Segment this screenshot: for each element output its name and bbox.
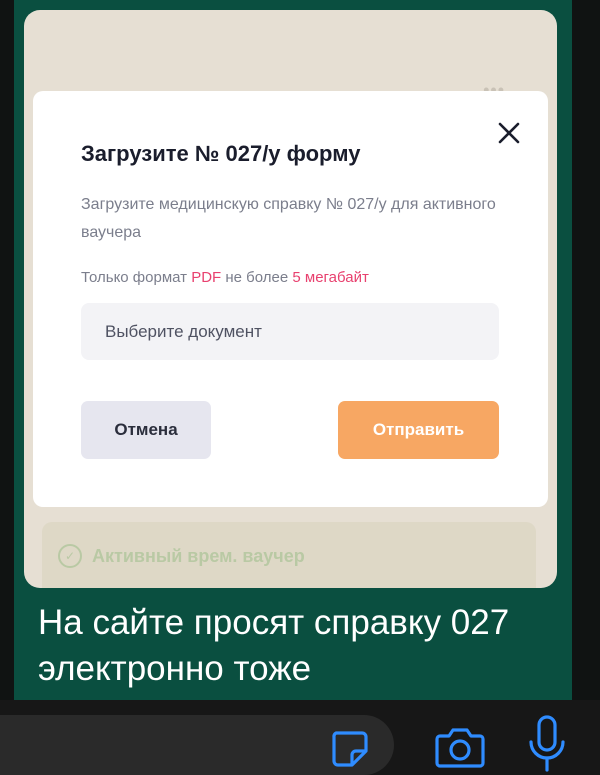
message-input-bar [0,700,600,775]
message-text: На сайте просят справку 027 электронно т… [38,603,510,688]
close-icon[interactable] [495,119,523,147]
file-picker-placeholder: Выберите документ [105,321,262,341]
microphone-icon[interactable] [526,714,568,774]
upload-modal: Загрузите № 027/у форму Загрузите медици… [33,91,548,507]
format-middle: не более [221,269,293,286]
voucher-status: ✓ Активный врем. ваучер [58,544,305,568]
format-type: PDF [191,269,222,286]
submit-button[interactable]: Отправить [338,401,499,459]
file-picker-field[interactable]: Выберите документ [81,303,499,360]
sticker-icon[interactable] [328,727,370,769]
cancel-button[interactable]: Отмена [81,401,211,459]
format-size: 5 мегабайт [292,269,369,286]
voucher-label: Активный врем. ваучер [92,545,305,566]
format-hint: Только формат PDF не более 5 мегабайт [81,269,369,286]
format-prefix: Только формат [81,269,192,286]
camera-icon[interactable] [434,724,486,770]
modal-title: Загрузите № 027/у форму [81,141,361,166]
modal-description: Загрузите медицинскую справку № 027/у дл… [81,196,496,241]
check-circle-icon: ✓ [58,544,82,568]
